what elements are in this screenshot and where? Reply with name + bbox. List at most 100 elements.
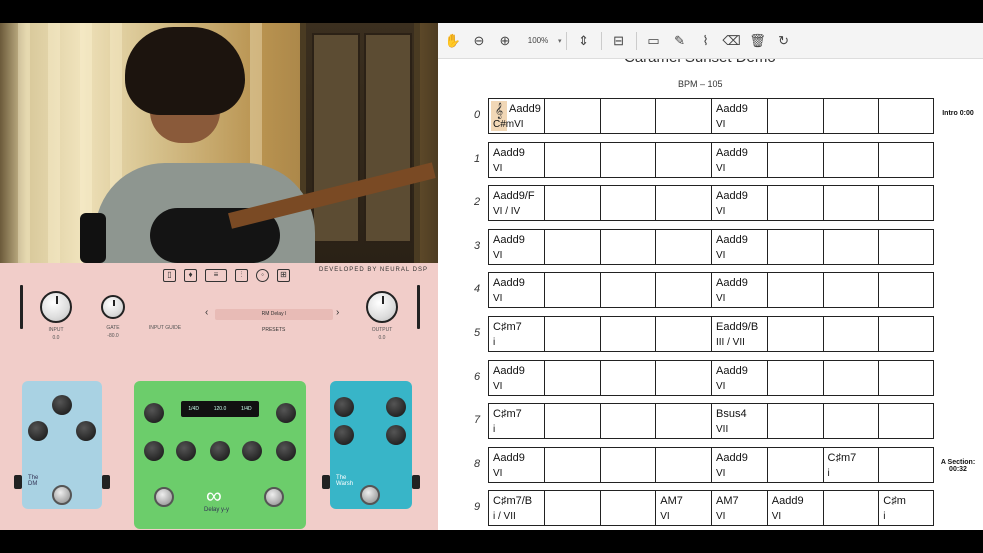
chord-name: C♯m7: [493, 408, 522, 421]
pedal-knob[interactable]: [334, 425, 354, 445]
pedal-knob[interactable]: [144, 441, 164, 461]
pedal-knob[interactable]: [52, 395, 72, 415]
chord-row: Aadd9/F VI / IV Aadd9 VI: [488, 185, 934, 222]
chord-cell: [545, 317, 601, 351]
pedal-knob[interactable]: [76, 421, 96, 441]
chord-name: Aadd9: [716, 103, 748, 115]
row-number: 1: [474, 152, 481, 165]
chord-cell: [545, 229, 601, 264]
microphone: [80, 213, 106, 263]
zoom-level[interactable]: 100%: [518, 36, 558, 45]
chord-cell: [656, 360, 712, 395]
chord-name: Aadd9: [493, 277, 525, 290]
cab-module-icon[interactable]: ⊞: [277, 269, 290, 282]
pedal-knob[interactable]: [386, 425, 406, 445]
delay-pedal-left: The DM: [22, 381, 102, 509]
row-number: 8: [474, 457, 481, 470]
eraser-icon[interactable]: ⌫: [719, 30, 745, 52]
chord-cell: [768, 99, 824, 133]
eq-module-icon[interactable]: ⫶: [235, 269, 248, 282]
delete-icon[interactable]: 🗑: [745, 30, 771, 52]
preset-selector[interactable]: RM Delay I: [215, 309, 333, 320]
hand-tool-icon[interactable]: ✋: [440, 30, 466, 52]
pedal-knob[interactable]: [242, 441, 262, 461]
input-knob[interactable]: [40, 291, 72, 323]
chord-cell: [879, 143, 935, 177]
chord-name: Aadd9: [509, 103, 541, 115]
input-meter: [20, 285, 23, 329]
chord-cell: Bsus4 VII: [712, 404, 768, 439]
chord-cell: [824, 99, 880, 133]
page-view-icon[interactable]: ⊟: [606, 30, 632, 52]
pedal-knob[interactable]: [176, 441, 196, 461]
zoom-dropdown-icon[interactable]: ▾: [558, 37, 562, 45]
chord-name: Aadd9: [493, 451, 525, 464]
chord-cell: [879, 361, 935, 395]
chord-cell: [824, 491, 880, 526]
roman-numeral: VI: [493, 162, 503, 174]
chord-cell: C♯m7/B i / VII: [489, 491, 545, 526]
roman-numeral: VI: [716, 162, 726, 174]
chord-row: Aadd9 VI Aadd9 VI: [488, 228, 934, 265]
pedal-knob[interactable]: [276, 403, 296, 423]
chord-cell: [768, 186, 824, 221]
pedal-knob[interactable]: [386, 397, 406, 417]
pedal-footswitch[interactable]: [264, 487, 284, 507]
chord-cell: [656, 317, 712, 351]
chord-cell: C♯m7 i: [489, 404, 545, 439]
chord-row: 𝄞 Aadd9 C#mVI Aadd9 VI: [488, 98, 934, 134]
pedal-module-icon[interactable]: ♦: [184, 269, 197, 282]
chord-cell: AM7 VI: [712, 491, 768, 526]
chord-cell: [879, 317, 935, 351]
developer-credit: DEVELOPED BY NEURAL DSP: [318, 267, 428, 273]
pedal-name: Delay y-y: [204, 507, 230, 513]
infinity-logo-icon: ∞: [206, 483, 222, 508]
pedal-knob[interactable]: [276, 441, 296, 461]
chord-cell: Aadd9 VI: [489, 142, 545, 177]
jack-icon: [14, 475, 22, 489]
draw-icon[interactable]: ✎: [667, 30, 693, 52]
gate-label: GATE: [106, 325, 120, 331]
chord-cell: [879, 448, 935, 482]
chord-row: Aadd9 VI Aadd9 VI: [488, 141, 935, 178]
comment-icon[interactable]: ▭: [641, 30, 667, 52]
rotate-icon[interactable]: ↻: [771, 30, 797, 52]
toolbar-separator: [600, 31, 602, 50]
pedal-knob[interactable]: [144, 403, 164, 423]
chord-cell: [656, 186, 712, 221]
toolbar-separator: [565, 31, 567, 50]
pedal-footswitch[interactable]: [154, 487, 174, 507]
pedal-knob[interactable]: [28, 421, 48, 441]
roman-numeral: i: [883, 511, 886, 523]
jack-icon: [102, 475, 110, 489]
page-fit-icon[interactable]: ⇕: [571, 30, 597, 52]
chord-name: Aadd9: [493, 364, 525, 377]
chord-name: Aadd9: [716, 277, 748, 290]
chord-cell: Aadd9/F VI / IV: [489, 186, 545, 221]
zoom-out-icon[interactable]: ⊖: [466, 30, 492, 52]
input-module-icon[interactable]: ▯: [163, 269, 176, 282]
chord-row: C♯m7/B i / VII AM7 VI AM7 VI Aadd9 VI C♯m i: [488, 490, 934, 527]
curtain-fold: [48, 23, 60, 263]
pedal-knob[interactable]: [334, 397, 354, 417]
pedal-footswitch[interactable]: [360, 485, 380, 505]
highlight-icon[interactable]: ⌇: [693, 30, 719, 52]
zoom-in-icon[interactable]: ⊕: [492, 30, 518, 52]
preset-next-icon[interactable]: ›: [336, 307, 339, 318]
chord-row: C♯m7 i Bsus4 VII: [488, 403, 934, 440]
roman-numeral: VI: [716, 380, 726, 392]
pedal-footswitch[interactable]: [52, 485, 72, 505]
output-knob[interactable]: [366, 291, 398, 323]
chord-cell: [656, 142, 712, 177]
chord-name: C♯m7: [827, 451, 857, 464]
chord-name: Aadd9: [493, 146, 525, 159]
gate-knob[interactable]: [101, 295, 125, 319]
chord-cell: [656, 229, 712, 264]
pedal-knob[interactable]: [210, 441, 230, 461]
webcam-video: [0, 23, 438, 263]
amp-module-icon[interactable]: ≡: [205, 269, 227, 282]
preset-prev-icon[interactable]: ‹: [205, 307, 208, 318]
chord-name: Bsus4: [716, 408, 747, 421]
chord-row: C♯m7 i Eadd9/B III / VII: [488, 316, 934, 352]
effects-module-icon[interactable]: ◦: [256, 269, 269, 282]
